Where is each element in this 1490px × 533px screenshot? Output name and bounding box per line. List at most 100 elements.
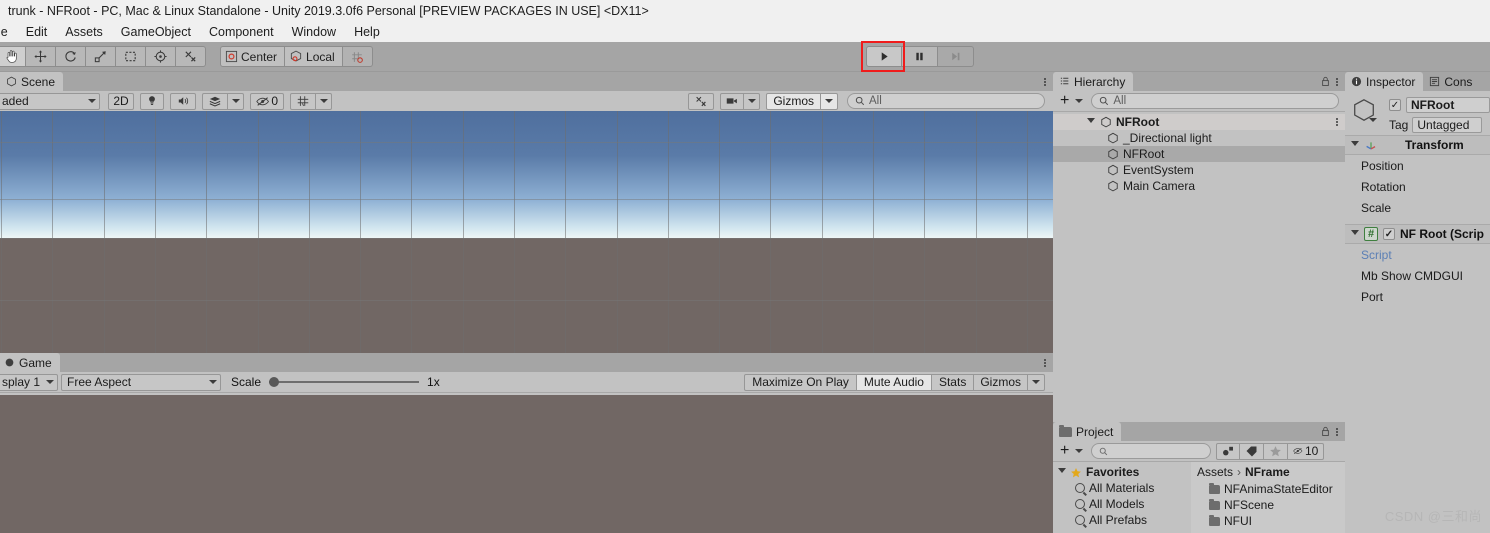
game-viewport[interactable] [0,395,1053,533]
grid-line-vertical [411,111,412,353]
game-scale-slider[interactable] [269,376,420,388]
object-enabled-checkbox[interactable]: ✓ [1389,99,1401,111]
field-position[interactable]: Position [1345,155,1490,176]
script-enabled-checkbox[interactable]: ✓ [1383,228,1395,240]
menu-item-assets[interactable]: Assets [56,24,112,40]
title-bar: trunk - NFRoot - PC, Mac & Linux Standal… [0,0,1490,21]
rotation-mode-button[interactable]: Local [285,46,343,67]
pivot-mode-button[interactable]: Center [220,46,286,67]
tab-hierarchy[interactable]: Hierarchy [1053,72,1134,91]
menu-item-edit[interactable]: Edit [17,24,57,40]
favorites-root[interactable]: Favorites [1053,464,1191,480]
pause-button[interactable] [902,46,938,67]
menu-item-component[interactable]: Component [200,24,283,40]
maximize-on-play-button[interactable]: Maximize On Play [744,373,857,391]
scale-tool-button[interactable] [86,46,116,67]
scene-gizmos-dropdown[interactable] [821,92,838,110]
tab-game[interactable]: Game [0,353,60,372]
field-mb-show-cmdgui[interactable]: Mb Show CMDGUI [1345,265,1490,286]
hierarchy-item[interactable]: NFRoot [1053,146,1345,162]
transform-foldout-arrow[interactable] [1351,140,1359,150]
project-create-button[interactable]: + [1058,442,1085,460]
lock-icon[interactable] [1321,426,1330,437]
hierarchy-create-button[interactable]: + [1058,92,1085,110]
hierarchy-item[interactable]: _Directional light [1053,130,1345,146]
project-search-input[interactable] [1091,443,1212,459]
scene-options-menu[interactable] [1044,77,1047,87]
tab-inspector[interactable]: Inspector [1345,72,1424,91]
transform-tool-button[interactable] [146,46,176,67]
inspector-icon-dropdown[interactable] [1369,118,1377,122]
favorite-item[interactable]: All Prefabs [1053,512,1191,528]
step-button[interactable] [938,46,974,67]
component-header-nfroot-script[interactable]: # ✓ NF Root (Scrip [1345,224,1490,244]
field-script[interactable]: Script [1345,244,1490,265]
script-foldout-arrow[interactable] [1351,229,1359,239]
toggle-2d-button[interactable]: 2D [108,92,134,110]
scene-fx-dropdown[interactable] [228,92,244,110]
breadcrumb-item[interactable]: Assets [1197,465,1233,479]
mute-audio-button[interactable]: Mute Audio [856,373,932,391]
project-folder-item[interactable]: NFUI [1191,513,1345,529]
scene-search-input[interactable]: All [847,93,1045,109]
lock-icon[interactable] [1321,76,1330,87]
project-folder-item[interactable]: NFAnimaStateEditor [1191,481,1345,497]
game-gizmos-dropdown[interactable] [1028,373,1045,391]
scene-visibility-toggle[interactable]: 0 [250,92,284,110]
menu-item-le[interactable]: le [0,24,17,40]
component-header-transform[interactable]: Transform [1345,135,1490,155]
breadcrumb-item[interactable]: NFrame [1245,465,1290,479]
tag-dropdown[interactable]: Untagged [1412,117,1483,133]
grid-snapping-button[interactable] [342,46,373,67]
scene-grid-dropdown[interactable] [316,92,332,110]
menu-item-gameobject[interactable]: GameObject [112,24,200,40]
object-name-field[interactable]: NFRoot [1406,97,1490,113]
project-folder-item[interactable]: NFScene [1191,497,1345,513]
hierarchy-options-menu[interactable] [1336,77,1339,87]
scene-viewport[interactable] [0,111,1053,353]
scene-audio-toggle[interactable] [170,92,196,110]
stats-button[interactable]: Stats [931,373,975,391]
scene-grid-toggle[interactable] [290,92,316,110]
favorite-item[interactable]: All Materials [1053,480,1191,496]
game-gizmos-button[interactable]: Gizmos [974,373,1028,391]
scene-lighting-toggle[interactable] [140,92,164,110]
game-aspect-dropdown[interactable]: Free Aspect [61,373,221,391]
tab-scene[interactable]: Scene [0,72,64,91]
custom-editor-tool-button[interactable] [176,46,206,67]
menu-item-window[interactable]: Window [283,24,345,40]
field-rotation[interactable]: Rotation [1345,176,1490,197]
filter-by-label-button[interactable] [1240,442,1265,460]
favorites-foldout-arrow[interactable] [1058,467,1066,477]
scene-camera-dropdown[interactable] [744,92,761,110]
hand-tool-button[interactable] [0,46,26,67]
scene-gizmos-button[interactable]: Gizmos [766,92,821,110]
scene-fx-toggle[interactable] [202,92,228,110]
hierarchy-item[interactable]: Main Camera [1053,178,1345,194]
rect-tool-button[interactable] [116,46,146,67]
foldout-arrow[interactable] [1087,117,1095,127]
play-button[interactable] [866,46,902,67]
hierarchy-item[interactable]: NFRoot [1053,114,1345,130]
hierarchy-item[interactable]: EventSystem [1053,162,1345,178]
project-options-menu[interactable] [1336,427,1339,437]
game-display-dropdown[interactable]: splay 1 [0,373,58,391]
project-visibility-toggle[interactable]: 10 [1288,442,1325,460]
favorite-item[interactable]: All Models [1053,496,1191,512]
field-port[interactable]: Port [1345,286,1490,307]
tab-project[interactable]: Project [1053,422,1122,441]
shading-mode-dropdown[interactable]: aded [0,92,100,110]
tab-console[interactable]: Cons [1423,72,1481,91]
scene-context-menu[interactable] [1336,117,1339,127]
scale-slider-handle[interactable] [269,377,280,387]
filter-by-favorite-button[interactable] [1264,442,1289,460]
scene-camera-button[interactable] [720,92,745,110]
rotate-tool-button[interactable] [56,46,86,67]
field-scale[interactable]: Scale [1345,197,1490,218]
game-options-menu[interactable] [1044,358,1047,368]
move-tool-button[interactable] [26,46,56,67]
scene-tools-button[interactable] [688,92,715,110]
menu-item-help[interactable]: Help [345,24,389,40]
filter-by-type-button[interactable] [1216,442,1241,460]
hierarchy-search-input[interactable]: All [1091,93,1339,109]
